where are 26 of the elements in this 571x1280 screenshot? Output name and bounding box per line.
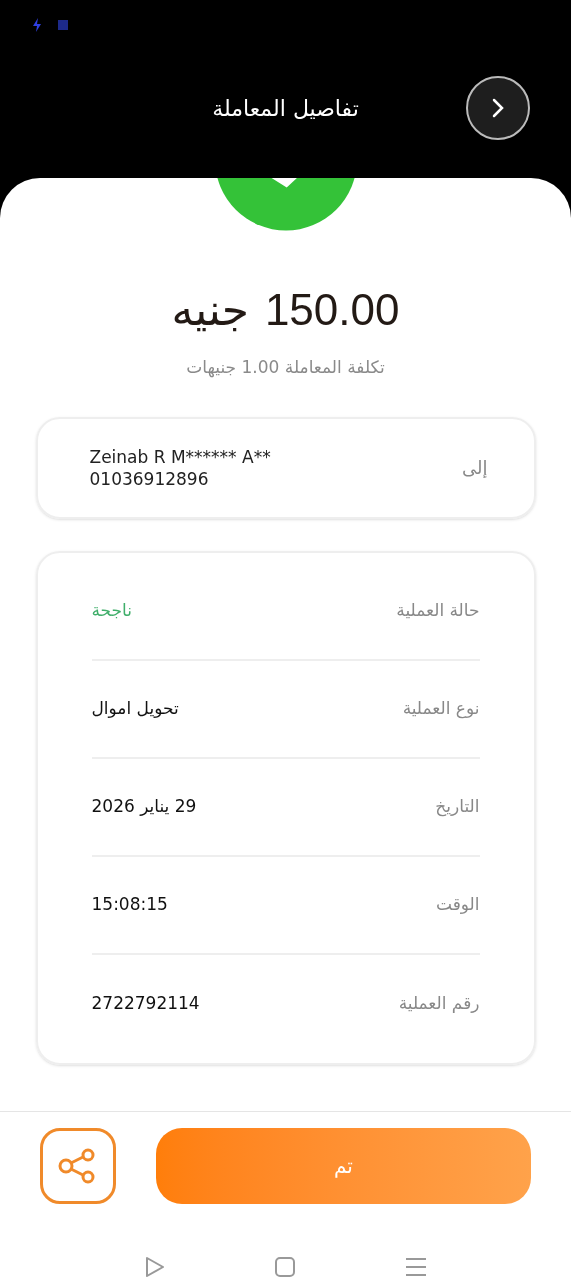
- square-icon: [58, 20, 68, 30]
- back-button[interactable]: [466, 76, 530, 140]
- detail-label: حالة العملية: [396, 598, 480, 622]
- recipient-name: Zeinab R M****** A**: [89, 445, 271, 468]
- amount-currency: جنيه: [171, 283, 249, 337]
- flash-icon: [32, 18, 42, 32]
- recipient-label: إلى: [462, 456, 488, 480]
- detail-label: التاريخ: [435, 794, 480, 819]
- chevron-right-icon: [491, 98, 505, 118]
- status-text: ناجحة: [91, 598, 132, 622]
- share-button[interactable]: [40, 1127, 116, 1204]
- recipient-phone: 01036912896: [89, 467, 210, 490]
- page-title: تفاصيل المعاملة: [212, 94, 359, 123]
- fee-text: تكلفة المعاملة 1.00 جنيهات: [186, 356, 385, 380]
- back-triangle-icon[interactable]: [144, 1255, 167, 1278]
- detail-value: 2722792114: [91, 991, 200, 1015]
- detail-value: 15:08:15: [91, 892, 168, 916]
- menu-icon[interactable]: [404, 1255, 427, 1278]
- done-button[interactable]: تم: [155, 1127, 531, 1204]
- detail-value: تحويل اموال: [91, 696, 179, 720]
- amount-value: 150.00: [264, 284, 400, 336]
- detail-label: نوع العملية: [402, 696, 480, 721]
- detail-label: رقم العملية: [398, 991, 480, 1015]
- detail-value: 29 يناير 2026: [91, 794, 197, 818]
- home-square-icon[interactable]: [274, 1255, 297, 1278]
- detail-label: الوقت: [436, 892, 480, 916]
